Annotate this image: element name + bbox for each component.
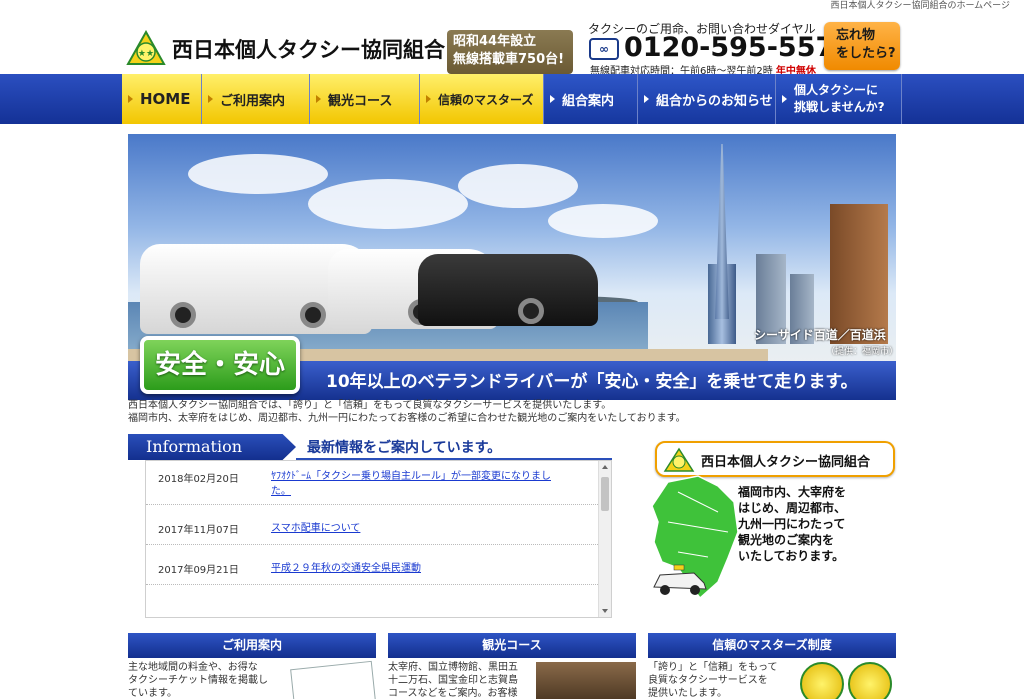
safety-badge: 安全・安心 bbox=[140, 336, 300, 394]
information-heading: 最新情報をご案内しています。 bbox=[307, 440, 502, 456]
news-item: 2018年02月20日 ﾔﾌｵｸﾄﾞｰﾑ「タクシー乗り場自主ルール」が一部変更に… bbox=[146, 461, 598, 505]
cloud bbox=[548, 204, 658, 238]
nav-about-label: 組合案内 bbox=[562, 93, 615, 109]
established-badge: 昭和44年設立 無線搭載車750台! bbox=[447, 30, 573, 74]
column-line: 主な地域間の料金や、お得な bbox=[128, 662, 258, 673]
nav-home-label: HOME bbox=[140, 90, 191, 108]
hero-slogan: 10年以上のベテランドライバーが「安心・安全」を乗せて走ります。 bbox=[326, 372, 858, 392]
news-link[interactable]: スマホ配車について bbox=[271, 521, 563, 536]
news-date: 2018年02月20日 bbox=[158, 474, 239, 485]
news-item: 2017年09月21日 平成２９年秋の交通安全県民運動 bbox=[146, 545, 598, 585]
column-masters-heading[interactable]: 信頼のマスターズ制度 bbox=[648, 633, 896, 658]
news-scrollbar[interactable] bbox=[598, 461, 611, 617]
ticket-image bbox=[290, 660, 376, 699]
column-line: ています。 bbox=[128, 688, 177, 699]
column-line: 太宰府、国立博物館、黒田五 bbox=[388, 662, 518, 673]
nav-guide[interactable]: ご利用案内 bbox=[202, 74, 310, 124]
nav-sightseeing[interactable]: 観光コース bbox=[310, 74, 420, 124]
svg-text:★★: ★★ bbox=[138, 49, 154, 59]
logo-icon[interactable]: ★★ bbox=[124, 30, 168, 68]
news-link[interactable]: ﾔﾌｵｸﾄﾞｰﾑ「タクシー乗り場自主ルール」が一部変更になりました。 bbox=[271, 469, 563, 499]
site-title[interactable]: 西日本個人タクシー協同組合 bbox=[172, 34, 445, 64]
description-line: 九州一円にわたって bbox=[738, 517, 846, 531]
nav-news-label: 組合からのお知らせ bbox=[656, 93, 773, 109]
photo-credit: （提供：福岡市） bbox=[826, 347, 896, 357]
masters-badge-icon bbox=[800, 662, 844, 699]
description-line: 観光地のご案内を bbox=[738, 533, 835, 547]
description-line: はじめ、周辺都市、 bbox=[738, 501, 847, 515]
cloud bbox=[308, 179, 468, 229]
intro-text: 西日本個人タクシー協同組合では、「誇り」と「信頼」をもって良質なタクシーサービス… bbox=[128, 399, 686, 425]
nav-recruit[interactable]: 個人タクシーに 挑戦しませんか? bbox=[776, 74, 902, 124]
lost-item-line1: 忘れ物 bbox=[836, 28, 876, 43]
main-nav: HOME ご利用案内 観光コース 信頼のマスターズ 組合案内 組合からのお知らせ… bbox=[0, 74, 1024, 124]
nav-news[interactable]: 組合からのお知らせ bbox=[638, 74, 776, 124]
building bbox=[830, 204, 888, 344]
nav-recruit-line1: 個人タクシーに bbox=[794, 83, 879, 97]
news-date: 2017年11月07日 bbox=[158, 525, 239, 536]
cloud bbox=[458, 164, 578, 208]
header: ★★ 西日本個人タクシー協同組合 昭和44年設立 無線搭載車750台! タクシー… bbox=[0, 12, 1024, 77]
arrow-right-icon bbox=[782, 95, 787, 103]
column-line: タクシーチケット情報を掲載し bbox=[128, 675, 268, 686]
column-line: 良質なタクシーサービスを bbox=[648, 675, 768, 686]
cooperative-description: 福岡市内、大宰府を はじめ、周辺都市、 九州一円にわたって 観光地のご案内を い… bbox=[738, 484, 846, 564]
logo-icon bbox=[663, 447, 695, 472]
arrow-right-icon bbox=[316, 95, 321, 103]
established-line2: 無線搭載車750台! bbox=[453, 52, 565, 67]
hero-banner: シーサイド百道／百道浜 （提供：福岡市） 安全・安心 10年以上のベテランドライ… bbox=[128, 134, 896, 400]
column-masters-text: 「誇り」と「信頼」をもって 良質なタクシーサービスを 提供いたします。 bbox=[648, 661, 778, 699]
nav-masters-label: 信頼のマスターズ bbox=[438, 92, 534, 107]
column-guide-heading[interactable]: ご利用案内 bbox=[128, 633, 376, 658]
column-sightseeing-heading[interactable]: 観光コース bbox=[388, 633, 636, 658]
freedial-icon: ∞ bbox=[589, 38, 619, 60]
column-line: 「誇り」と「信頼」をもって bbox=[648, 662, 778, 673]
news-link[interactable]: 平成２９年秋の交通安全県民運動 bbox=[271, 561, 563, 576]
arrow-right-icon bbox=[208, 95, 213, 103]
column-line: 十二万石、国宝金印と志賀島 bbox=[388, 675, 518, 686]
established-line1: 昭和44年設立 bbox=[453, 34, 537, 49]
cooperative-card-title: 西日本個人タクシー協同組合 bbox=[701, 455, 871, 470]
nav-sightseeing-label: 観光コース bbox=[328, 93, 393, 109]
description-line: 福岡市内、大宰府を bbox=[738, 485, 847, 499]
masters-badge-icon bbox=[848, 662, 892, 699]
news-list[interactable]: 2018年02月20日 ﾔﾌｵｸﾄﾞｰﾑ「タクシー乗り場自主ルール」が一部変更に… bbox=[145, 460, 612, 618]
nav-masters[interactable]: 信頼のマスターズ bbox=[420, 74, 544, 124]
temple-image bbox=[536, 662, 636, 699]
arrow-right-icon bbox=[426, 95, 431, 103]
column-guide-text: 主な地域間の料金や、お得な タクシーチケット情報を掲載し ています。 bbox=[128, 661, 268, 699]
site-tagline: 西日本個人タクシー協同組合のホームページ bbox=[830, 1, 1010, 11]
arrow-right-icon bbox=[128, 95, 133, 103]
wheel bbox=[300, 302, 326, 328]
nav-recruit-line2: 挑戦しませんか? bbox=[794, 100, 885, 114]
taxi-icon bbox=[653, 564, 707, 595]
nav-guide-label: ご利用案内 bbox=[220, 93, 286, 109]
wheel bbox=[170, 302, 196, 328]
arrow-right-icon bbox=[644, 95, 649, 103]
taxi-car bbox=[418, 254, 598, 326]
photo-caption: シーサイド百道／百道浜 bbox=[754, 328, 886, 342]
news-item: 2017年11月07日 スマホ配車について bbox=[146, 505, 598, 545]
wheel bbox=[518, 298, 544, 324]
information-tab: Information bbox=[128, 434, 296, 460]
lost-item-line2: をしたら? bbox=[836, 46, 896, 61]
column-sightseeing-text: 太宰府、国立博物館、黒田五 十二万石、国宝金印と志賀島 コースなどをご案内。お客… bbox=[388, 661, 518, 699]
column-line: コースなどをご案内。お客様 bbox=[388, 688, 518, 699]
scroll-down-icon[interactable] bbox=[602, 609, 608, 613]
lost-item-button[interactable]: 忘れ物 をしたら? bbox=[824, 22, 900, 70]
intro-line2: 福岡市内、太宰府をはじめ、周辺都市、九州一円にわたってお客様のご希望に合わせた観… bbox=[128, 413, 686, 424]
nav-about[interactable]: 組合案内 bbox=[544, 74, 638, 124]
cloud bbox=[188, 154, 328, 194]
scroll-thumb[interactable] bbox=[601, 477, 609, 511]
intro-line1: 西日本個人タクシー協同組合では、「誇り」と「信頼」をもって良質なタクシーサービス… bbox=[128, 400, 612, 411]
description-line: いたしております。 bbox=[738, 549, 845, 563]
column-line: 提供いたします。 bbox=[648, 688, 727, 699]
nav-home[interactable]: HOME bbox=[122, 74, 202, 124]
arrow-right-icon bbox=[550, 95, 555, 103]
scroll-up-icon[interactable] bbox=[602, 465, 608, 469]
phone-number[interactable]: 0120-595-557 bbox=[624, 32, 834, 63]
news-date: 2017年09月21日 bbox=[158, 565, 239, 576]
